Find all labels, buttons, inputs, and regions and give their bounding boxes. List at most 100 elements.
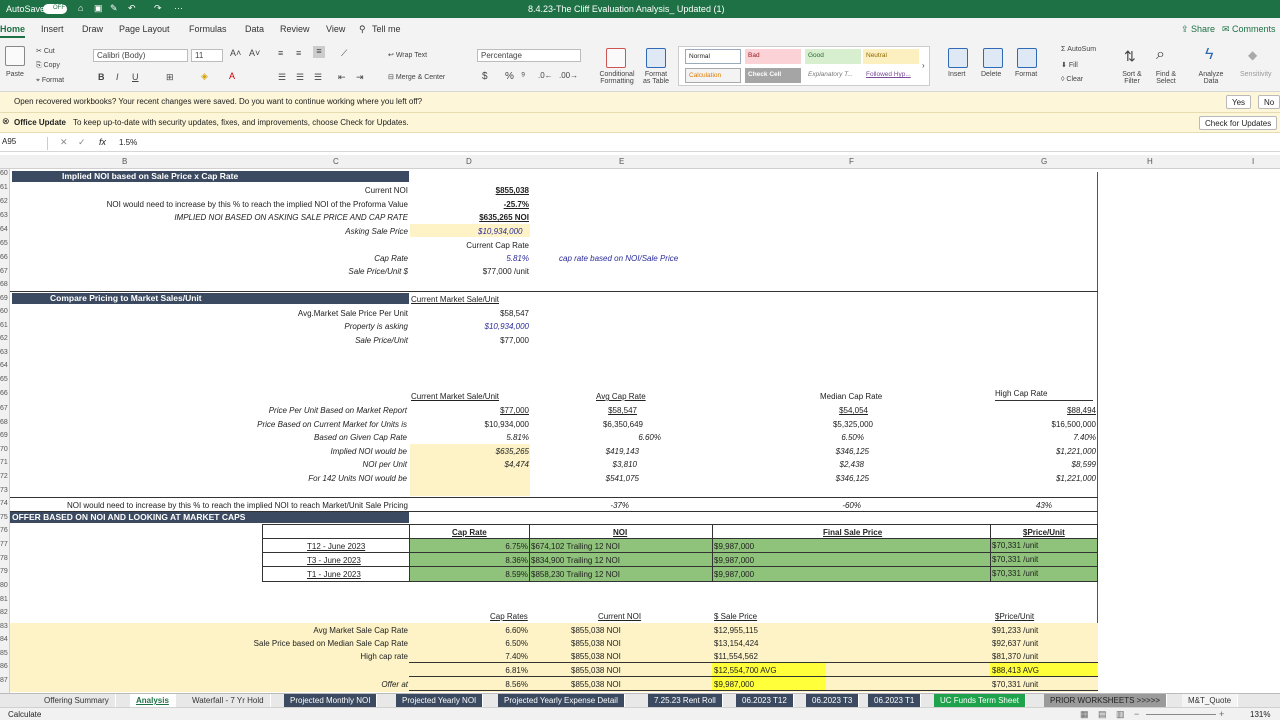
enter-icon[interactable]: ✓ (78, 137, 86, 148)
row-header[interactable]: 64 (0, 362, 8, 369)
more-icon[interactable]: ··· (174, 3, 183, 13)
sale-median-cap[interactable]: 6.50% (411, 638, 528, 649)
offer-t3-cap[interactable]: 8.36% (411, 555, 528, 566)
sale-offer-noi[interactable]: $855,038 NOI (571, 679, 621, 690)
style-followed-hyperlink[interactable]: Followed Hyp... (863, 68, 919, 83)
value-current-noi[interactable]: $855,038 (411, 185, 529, 196)
value-r1-avg[interactable]: $58,547 (530, 405, 637, 416)
value-r4-high[interactable]: $1,221,000 (990, 446, 1096, 457)
style-normal[interactable]: Normal (685, 49, 741, 64)
align-bottom-icon[interactable]: ≡ (313, 46, 325, 58)
value-increase-median[interactable]: -60% (760, 500, 861, 511)
offer-t12-ppu[interactable]: $70,331 /unit (992, 540, 1038, 551)
font-size-select[interactable]: 11 (191, 49, 223, 62)
sheet-tab-prior-worksheets[interactable]: PRIOR WORKSHEETS >>>>> (1044, 694, 1168, 708)
fill-button[interactable]: ⬇ Fill (1061, 61, 1078, 69)
autosum-button[interactable]: Σ AutoSum (1061, 46, 1096, 53)
sort-filter-icon[interactable]: ⇅ (1124, 48, 1136, 65)
font-color-icon[interactable]: A (229, 71, 235, 81)
row-header[interactable]: 68 (0, 281, 8, 288)
sale-median-price[interactable]: $13,154,424 (714, 638, 759, 649)
value-r5-current[interactable]: $4,474 (411, 459, 529, 470)
cut-button[interactable]: ✂ Cut (36, 47, 55, 55)
sale-average-price[interactable]: $12,554,700 AVG (714, 665, 777, 676)
value-r3-median[interactable]: 6.50% (760, 432, 864, 443)
style-good[interactable]: Good (805, 49, 861, 64)
increase-indent-icon[interactable]: ⇥ (356, 72, 364, 83)
sheet-tab-t1[interactable]: 06.2023 T1 (868, 694, 922, 708)
row-header[interactable]: 73 (0, 487, 8, 494)
offer-t1-cap[interactable]: 8.59% (411, 569, 528, 580)
decrease-indent-icon[interactable]: ⇤ (338, 72, 346, 83)
comma-icon[interactable]: ⁹ (521, 71, 525, 82)
undo-icon[interactable]: ↶ (128, 3, 136, 14)
value-r2-avg[interactable]: $6,350,649 (530, 419, 643, 430)
row-header[interactable]: 82 (0, 609, 8, 616)
redo-icon[interactable]: ↷ (154, 3, 162, 14)
style-explanatory[interactable]: Explanatory T... (805, 68, 861, 83)
row-header[interactable]: 61 (0, 184, 8, 191)
italic-icon[interactable]: I (116, 72, 119, 82)
row-header[interactable]: 67 (0, 268, 8, 275)
tell-me[interactable]: Tell me (372, 24, 401, 34)
sheet-tab-uc-funds[interactable]: UC Funds Term Sheet (934, 694, 1026, 708)
autosave-toggle[interactable]: OFF (43, 4, 67, 14)
sheet-tab-offering-summary[interactable]: Offering Summary (38, 694, 116, 708)
value-r3-avg[interactable]: 6.60% (530, 432, 661, 443)
currency-icon[interactable]: $ (482, 71, 488, 82)
increase-decimal-icon[interactable]: .0← (538, 71, 553, 80)
value-avg-market-sale[interactable]: $58,547 (411, 308, 529, 319)
borders-icon[interactable]: ⊞ (166, 72, 174, 83)
sale-average-noi[interactable]: $855,038 NOI (571, 665, 621, 676)
offer-t3-price[interactable]: $9,987,000 (714, 555, 754, 566)
sale-avg-cap[interactable]: 6.60% (411, 625, 528, 636)
offer-t3-ppu[interactable]: $70,331 /unit (992, 554, 1038, 565)
column-header-i[interactable]: I (1252, 157, 1254, 166)
sale-offer-price[interactable]: $9,987,000 (714, 679, 754, 690)
sheet-tab-rent-roll[interactable]: 7.25.23 Rent Roll (648, 694, 723, 708)
row-header[interactable]: 62 (0, 335, 8, 342)
tab-page-layout[interactable]: Page Layout (119, 24, 170, 34)
align-left-icon[interactable]: ☰ (278, 72, 286, 83)
delete-cells-icon[interactable] (983, 48, 1003, 68)
value-r2-median[interactable]: $5,325,000 (760, 419, 873, 430)
row-header[interactable]: 79 (0, 568, 8, 575)
value-cap-rate[interactable]: 5.81% (411, 253, 529, 264)
row-header[interactable]: 60 (0, 308, 8, 315)
value-r1-high[interactable]: $88,494 (990, 405, 1096, 416)
sale-avg-price[interactable]: $12,955,115 (714, 625, 758, 636)
column-header-c[interactable]: C (333, 157, 339, 166)
offer-t12-price[interactable]: $9,987,000 (714, 541, 754, 552)
format-painter-button[interactable]: ⌖ Format (36, 77, 64, 85)
row-header[interactable]: 69 (0, 432, 8, 439)
value-r1-median[interactable]: $54,054 (760, 405, 868, 416)
style-bad[interactable]: Bad (745, 49, 801, 64)
row-header[interactable]: 66 (0, 390, 8, 397)
row-header[interactable]: 86 (0, 663, 8, 670)
close-icon[interactable]: ⊗ (2, 116, 10, 127)
value-r4-avg[interactable]: $419,143 (530, 446, 639, 457)
row-header[interactable]: 76 (0, 527, 8, 534)
sale-high-cap[interactable]: 7.40% (411, 651, 528, 662)
tab-formulas[interactable]: Formulas (189, 24, 227, 34)
row-header[interactable]: 70 (0, 446, 8, 453)
value-property-asking[interactable]: $10,934,000 (411, 321, 530, 332)
row-header[interactable]: 69 (0, 295, 8, 302)
recover-yes-button[interactable]: Yes (1226, 95, 1252, 109)
normal-view-icon[interactable]: ▦ (1080, 709, 1089, 720)
row-header[interactable]: 63 (0, 212, 8, 219)
row-header[interactable]: 72 (0, 473, 8, 480)
offer-t1-noi[interactable]: $858,230 Trailing 12 NOI (531, 569, 620, 580)
sensitivity-icon[interactable]: ◆ (1248, 48, 1257, 62)
value-increase-avg[interactable]: -37% (530, 500, 629, 511)
sale-average-cap[interactable]: 6.81% (411, 665, 528, 676)
sale-offer-ppu[interactable]: $70,331 /unit (992, 679, 1038, 690)
row-header[interactable]: 87 (0, 677, 8, 684)
row-header[interactable]: 60 (0, 170, 8, 177)
align-center-icon[interactable]: ☰ (296, 72, 304, 83)
name-box[interactable]: A95 (0, 137, 48, 150)
row-header[interactable]: 66 (0, 254, 8, 261)
conditional-formatting-icon[interactable] (606, 48, 626, 68)
sale-avg-ppu[interactable]: $91,233 /unit (992, 625, 1038, 636)
row-header[interactable]: 61 (0, 322, 8, 329)
